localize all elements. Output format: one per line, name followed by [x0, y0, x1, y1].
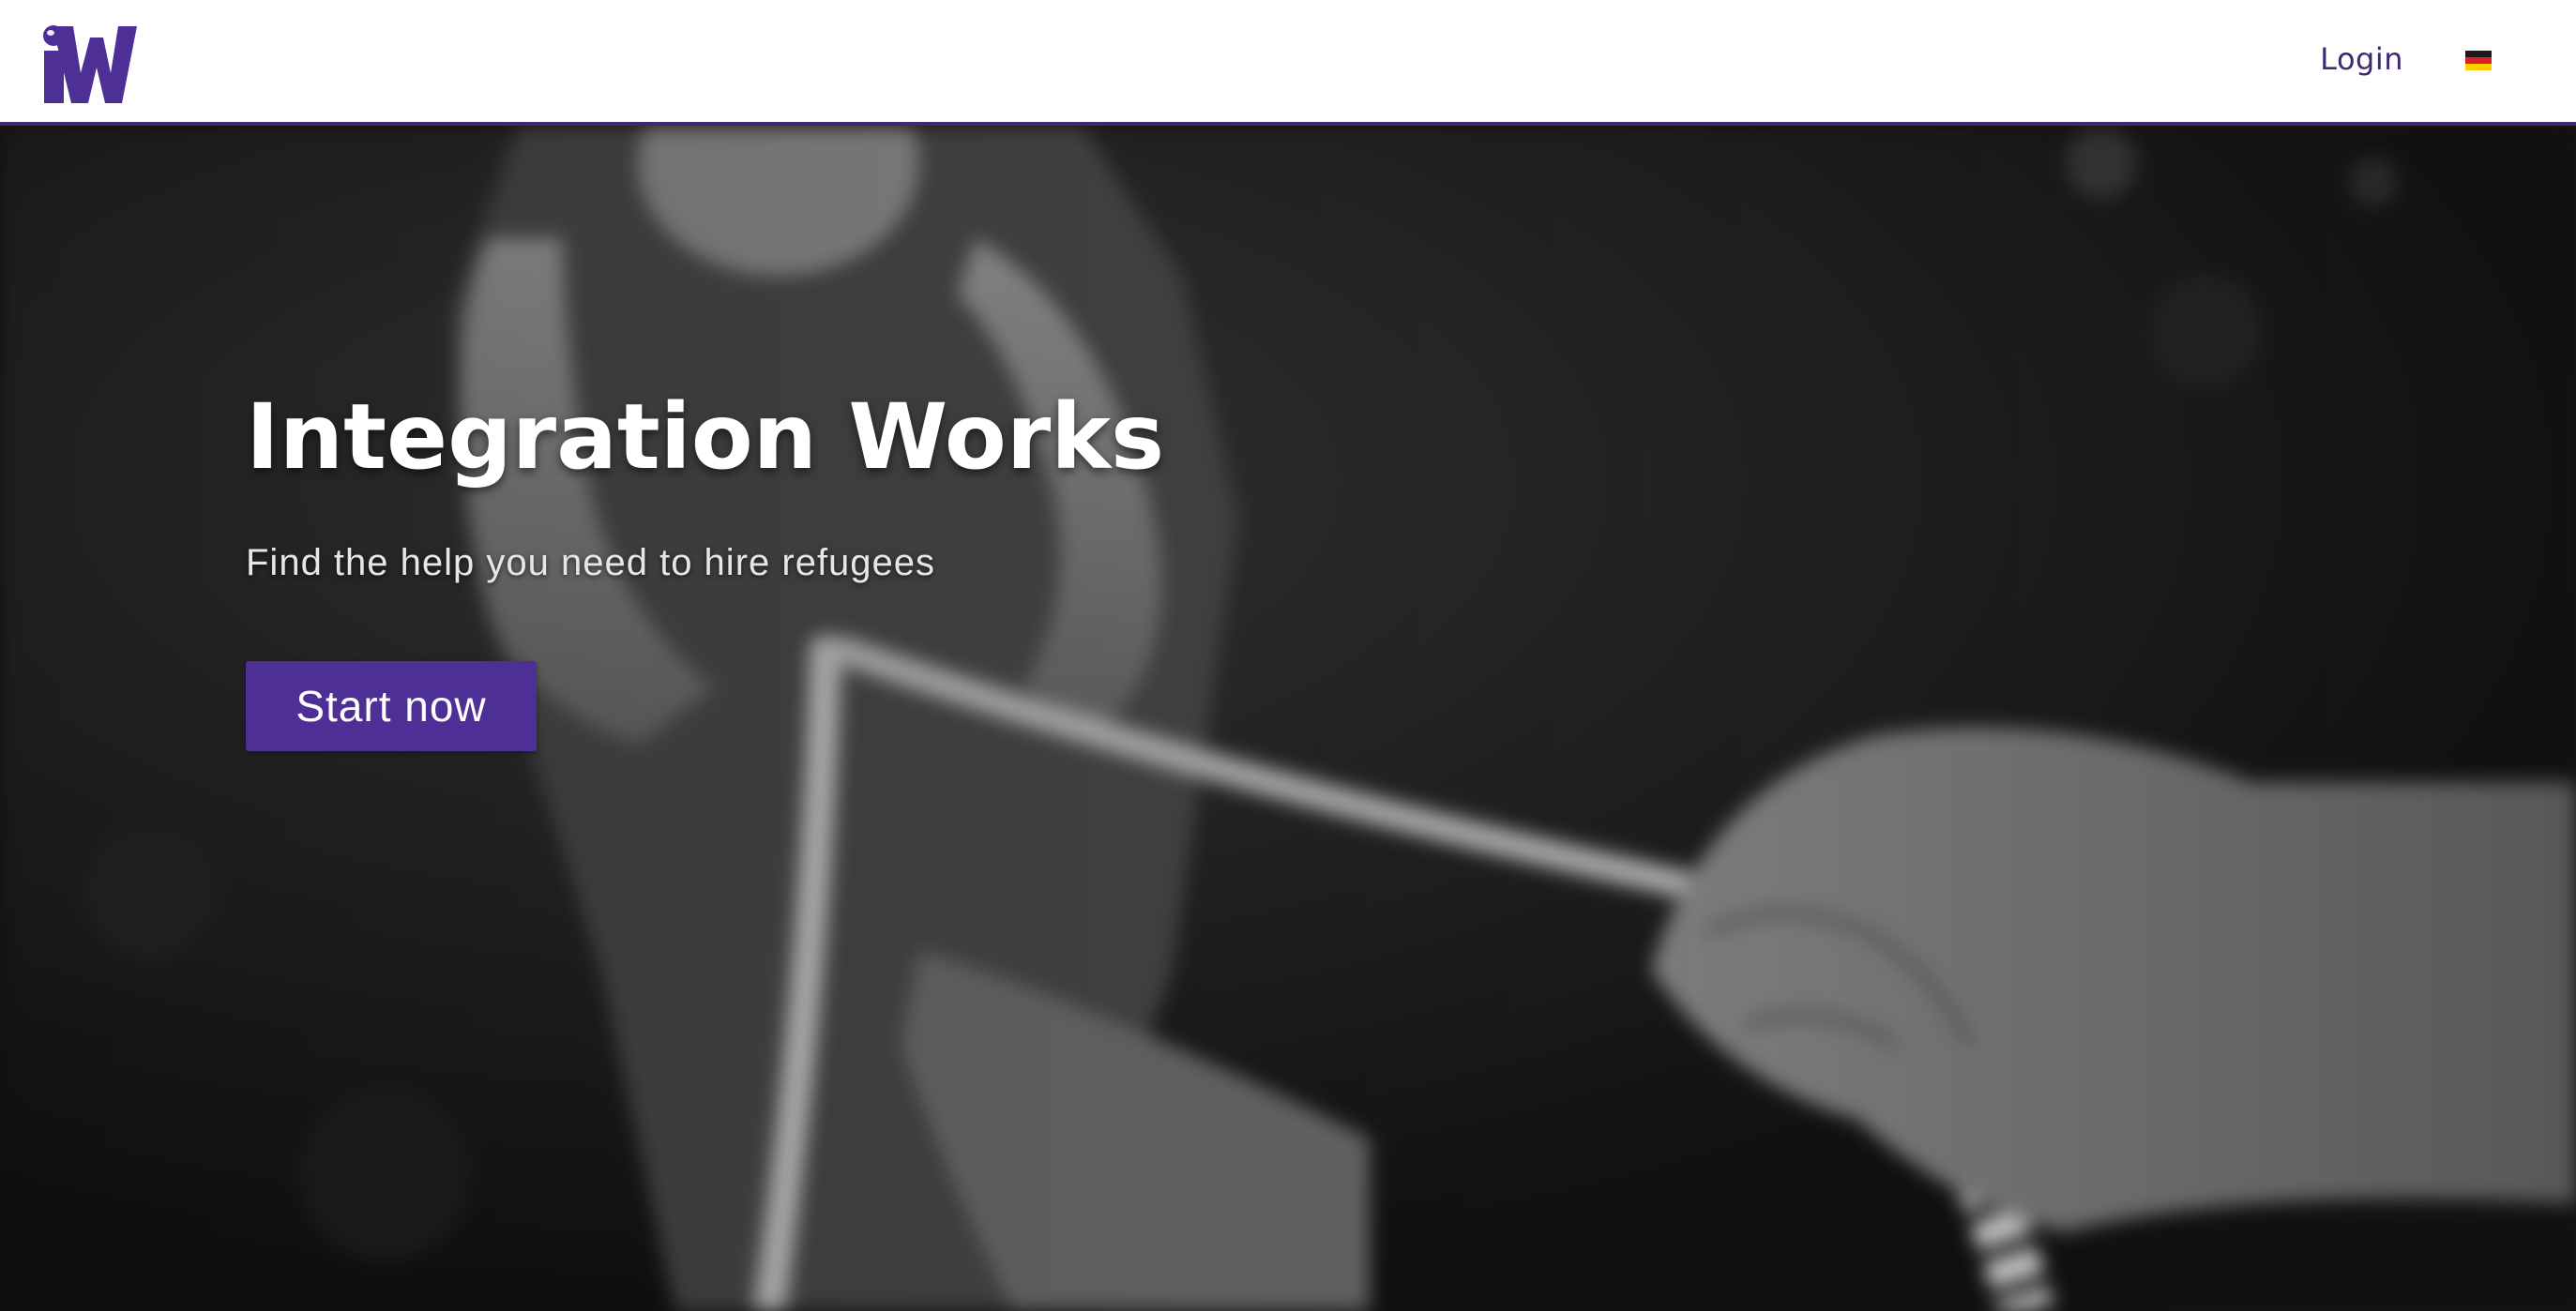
hero-section: Integration Works Find the help you need… — [0, 126, 2576, 1311]
iw-logo-icon[interactable] — [39, 24, 137, 103]
german-flag-icon[interactable] — [2465, 51, 2492, 70]
site-header: Login — [0, 0, 2576, 126]
hero-content: Integration Works Find the help you need… — [246, 384, 1165, 751]
hero-subtitle: Find the help you need to hire refugees — [246, 541, 936, 583]
start-now-button[interactable]: Start now — [246, 660, 537, 751]
flag-stripe-red — [2465, 57, 2492, 64]
flag-stripe-black — [2465, 51, 2492, 57]
landing-page: Login Integration Works Find the help yo… — [0, 0, 2576, 1311]
hero-title: Integration Works — [246, 384, 1165, 490]
flag-stripe-gold — [2465, 64, 2492, 70]
login-link[interactable]: Login — [2320, 41, 2403, 77]
